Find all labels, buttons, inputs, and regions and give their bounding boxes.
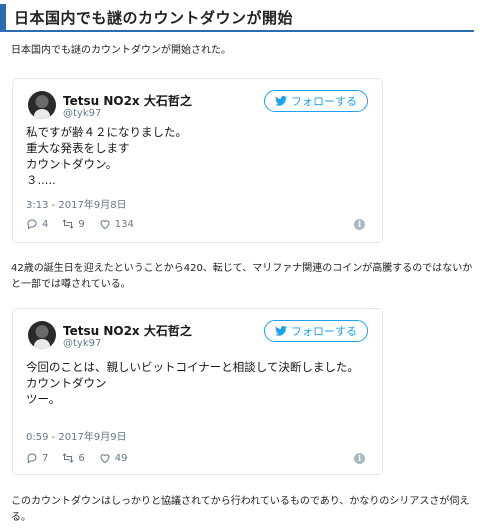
- body-paragraph: 42歳の誕生日を迎えたということから420、転じて、マリファナ関連のコインが高騰…: [11, 263, 473, 290]
- tweet-text: 今回のことは、親しいビットコイナーと相談して決断しました。 カウントダウン ツー…: [26, 360, 359, 406]
- info-icon[interactable]: i: [354, 219, 365, 230]
- reply-count: 7: [42, 452, 49, 464]
- reply-action[interactable]: 7: [26, 452, 48, 464]
- retweet-action[interactable]: 9: [62, 218, 85, 230]
- embedded-tweet[interactable]: Tetsu NO2x 大石哲之 @tyk97 フォローする 私ですが齢４２になり…: [12, 78, 383, 243]
- follow-button[interactable]: フォローする: [264, 320, 368, 342]
- avatar[interactable]: [28, 321, 56, 349]
- retweet-count: 9: [78, 218, 85, 230]
- closing-paragraph: このカウントダウンはしっかりと協議されてから行われているものであり、かなりのシリ…: [11, 496, 470, 523]
- embedded-tweet[interactable]: Tetsu NO2x 大石哲之 @tyk97 フォローする 今回のことは、親しい…: [12, 308, 383, 475]
- tweet-author-handle[interactable]: @tyk97: [63, 338, 101, 349]
- tweet-author-name[interactable]: Tetsu NO2x 大石哲之: [63, 322, 192, 339]
- follow-button-label: フォローする: [291, 325, 357, 338]
- tweet-timestamp[interactable]: 3:13 - 2017年9月8日: [26, 196, 127, 211]
- twitter-bird-icon: [275, 326, 287, 336]
- intro-paragraph: 日本国内でも謎のカウントダウンが開始された。: [11, 45, 231, 56]
- heart-icon: [100, 220, 110, 230]
- like-action[interactable]: 49: [99, 452, 128, 464]
- retweet-icon: [63, 219, 74, 229]
- tweet-author-handle[interactable]: @tyk97: [63, 108, 101, 119]
- retweet-icon: [63, 453, 74, 463]
- tweet-timestamp[interactable]: 0:59 - 2017年9月9日: [26, 428, 127, 443]
- like-count: 49: [114, 452, 128, 464]
- article-heading-text: 日本国内でも謎のカウントダウンが開始: [14, 8, 294, 27]
- heart-icon: [100, 454, 110, 464]
- follow-button[interactable]: フォローする: [264, 90, 368, 112]
- tweet-author-name[interactable]: Tetsu NO2x 大石哲之: [63, 92, 192, 109]
- reply-action[interactable]: 4: [26, 218, 48, 230]
- follow-button-label: フォローする: [291, 95, 357, 108]
- article-heading: 日本国内でも謎のカウントダウンが開始: [0, 4, 474, 32]
- reply-count: 4: [42, 218, 49, 230]
- retweet-action[interactable]: 6: [62, 452, 85, 464]
- like-action[interactable]: 134: [99, 218, 134, 230]
- retweet-count: 6: [78, 452, 85, 464]
- tweet-text: 私ですが齢４２になりました。 重大な発表をします カウントダウン。 ３.....: [26, 125, 187, 187]
- avatar[interactable]: [28, 91, 56, 119]
- like-count: 134: [114, 218, 134, 230]
- tweet-actions: 4 9 134: [26, 218, 134, 230]
- twitter-bird-icon: [275, 96, 287, 106]
- reply-icon: [27, 219, 37, 230]
- reply-icon: [27, 453, 37, 464]
- tweet-actions: 7 6 49: [26, 452, 127, 464]
- info-icon[interactable]: i: [354, 453, 365, 464]
